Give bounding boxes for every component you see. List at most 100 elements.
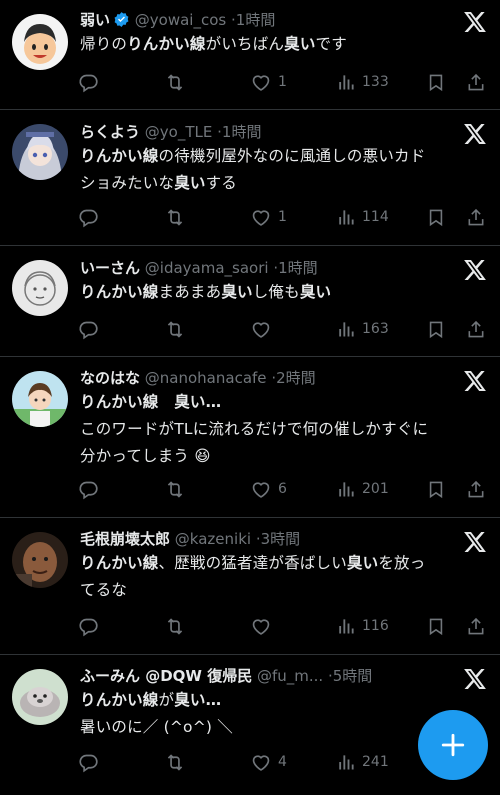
heart-icon [252,754,270,771]
display-name[interactable]: いーさん [80,259,140,277]
like-button[interactable]: 4 [250,751,287,773]
tweet-text: りんかい線まあまあ臭いし俺も臭い [80,283,332,301]
heart-icon [252,209,270,226]
handle[interactable]: @yo_TLE [145,123,213,141]
reply-icon [79,74,98,92]
retweet-button[interactable] [164,751,192,773]
handle[interactable]: @fu_m... [257,667,323,685]
x-logo-icon[interactable] [464,532,486,552]
like-button[interactable]: 6 [250,478,287,500]
bookmark-button[interactable] [426,206,446,228]
x-logo-icon[interactable] [464,669,486,689]
x-logo-icon[interactable] [464,260,486,280]
reply-button[interactable] [78,71,105,93]
retweet-button[interactable] [164,615,192,637]
avatar[interactable] [12,532,68,588]
display-name[interactable]: らくよう [80,123,140,141]
tweet-header: 弱い @yowai_cos ·1時間 [80,10,450,30]
avatar[interactable] [12,669,68,725]
display-name[interactable]: なのはな [80,369,140,387]
share-button[interactable] [466,71,486,93]
avatar[interactable] [12,14,68,70]
compose-button[interactable] [418,710,488,780]
bookmark-button[interactable] [426,318,446,340]
timestamp[interactable]: 1時間 [236,11,276,29]
reply-icon [79,209,98,227]
views-icon [339,619,354,634]
display-name[interactable]: ふーみん @DQW 復帰民 [80,667,252,685]
timestamp[interactable]: 1時間 [222,123,262,141]
bookmark-button[interactable] [426,615,446,637]
share-icon [468,480,484,497]
display-name[interactable]: 毛根崩壊太郎 [80,530,170,548]
x-logo-icon[interactable] [464,12,486,32]
handle[interactable]: @kazeniki [175,530,251,548]
views-button[interactable]: 133 [336,71,389,93]
views-button[interactable]: 201 [336,478,389,500]
avatar[interactable] [12,124,68,180]
tweet-text: りんかい線の待機列屋外なのに風通しの悪いカド ショみたいな臭いする [80,147,426,192]
tweet-actions: 1 114 [78,206,488,228]
x-logo-icon[interactable] [464,371,486,391]
retweet-icon [167,320,183,338]
retweet-button[interactable] [164,318,192,340]
bookmark-button[interactable] [426,478,446,500]
tweet[interactable]: なのはな @nanohanacafe ·2時間 りんかい線 臭い… このワードがT… [0,357,500,518]
like-button[interactable] [250,318,278,340]
tweet[interactable]: いーさん @idayama_saori ·1時間 りんかい線まあまあ臭いし俺も臭… [0,246,500,357]
views-button[interactable]: 163 [336,318,389,340]
share-icon [468,208,484,225]
tweet-header: 毛根崩壊太郎 @kazeniki ·3時間 [80,529,450,549]
plus-icon [441,733,465,757]
share-button[interactable] [466,615,486,637]
reply-button[interactable] [78,751,105,773]
tweet-text: りんかい線 臭い… このワードがTLに流れるだけで何の催しかすぐに 分かってしまう … [80,393,429,465]
reply-icon [79,754,98,772]
view-count: 201 [362,481,389,497]
reply-button[interactable] [78,478,105,500]
avatar[interactable] [12,371,68,427]
share-button[interactable] [466,206,486,228]
like-button[interactable] [250,615,278,637]
timestamp[interactable]: 1時間 [278,259,318,277]
bookmark-icon [429,74,443,91]
handle[interactable]: @idayama_saori [145,259,269,277]
retweet-button[interactable] [164,71,192,93]
views-button[interactable]: 114 [336,206,389,228]
view-count: 114 [362,209,389,225]
like-count: 6 [278,481,287,497]
retweet-button[interactable] [164,478,192,500]
display-name[interactable]: 弱い [80,11,110,29]
retweet-button[interactable] [164,206,192,228]
share-icon [468,320,484,337]
tweet-text: りんかい線、歴戦の猛者達が香ばしい臭いを放っ てるな [80,554,426,599]
views-button[interactable]: 241 [336,751,389,773]
timestamp[interactable]: 5時間 [333,667,373,685]
timestamp[interactable]: 2時間 [276,369,316,387]
bookmark-button[interactable] [426,71,446,93]
timestamp[interactable]: 3時間 [261,530,301,548]
reply-button[interactable] [78,615,105,637]
like-button[interactable]: 1 [250,206,287,228]
tweet[interactable]: 毛根崩壊太郎 @kazeniki ·3時間 りんかい線、歴戦の猛者達が香ばしい臭… [0,518,500,655]
avatar[interactable] [12,260,68,316]
verified-badge-icon [114,12,129,27]
like-button[interactable]: 1 [250,71,287,93]
reply-button[interactable] [78,318,105,340]
retweet-icon [167,617,183,635]
share-button[interactable] [466,318,486,340]
share-button[interactable] [466,478,486,500]
handle[interactable]: @yowai_cos [135,11,226,29]
handle[interactable]: @nanohanacafe [145,369,267,387]
share-icon [468,73,484,90]
tweet-feed: 弱い @yowai_cos ·1時間 帰りのりんかい線がいちばん臭いです 1 1… [0,0,500,795]
tweet[interactable]: らくよう @yo_TLE ·1時間 りんかい線の待機列屋外なのに風通しの悪いカド… [0,110,500,246]
tweet-header: らくよう @yo_TLE ·1時間 [80,122,450,142]
x-logo-icon[interactable] [464,124,486,144]
reply-icon [79,618,98,636]
heart-icon [252,321,270,338]
reply-button[interactable] [78,206,105,228]
views-button[interactable]: 116 [336,615,389,637]
tweet[interactable]: 弱い @yowai_cos ·1時間 帰りのりんかい線がいちばん臭いです 1 1… [0,0,500,110]
views-icon [339,755,354,770]
